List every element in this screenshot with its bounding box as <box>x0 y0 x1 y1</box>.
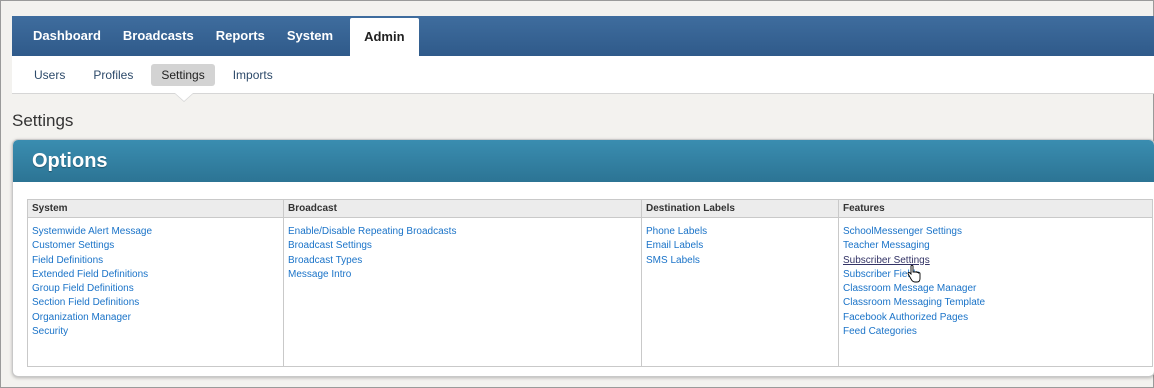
subnav-users[interactable]: Users <box>24 64 75 86</box>
link-systemwide-alert-message[interactable]: Systemwide Alert Message <box>32 225 279 239</box>
subnav-imports[interactable]: Imports <box>223 64 283 86</box>
sub-navigation: Users Profiles Settings Imports <box>12 56 1154 94</box>
link-feed-categories[interactable]: Feed Categories <box>843 325 1148 339</box>
link-subscriber-settings[interactable]: Subscriber Settings <box>843 254 1148 268</box>
link-enable-disable-repeating-broadcasts[interactable]: Enable/Disable Repeating Broadcasts <box>288 225 637 239</box>
link-teacher-messaging[interactable]: Teacher Messaging <box>843 239 1148 253</box>
link-customer-settings[interactable]: Customer Settings <box>32 239 279 253</box>
features-links-cell: SchoolMessenger Settings Teacher Messagi… <box>838 217 1153 367</box>
link-broadcast-types[interactable]: Broadcast Types <box>288 254 637 268</box>
subnav-settings[interactable]: Settings <box>151 63 215 86</box>
link-section-field-definitions[interactable]: Section Field Definitions <box>32 296 279 310</box>
hand-pointer-icon <box>907 265 921 283</box>
page-title: Settings <box>12 111 74 130</box>
column-header-broadcast: Broadcast <box>283 199 642 218</box>
tab-admin[interactable]: Admin <box>350 18 419 56</box>
active-indicator-arrow <box>175 93 193 101</box>
tab-broadcasts[interactable]: Broadcasts <box>112 16 205 56</box>
link-subscriber-fields[interactable]: Subscriber Fields <box>843 268 1148 282</box>
options-table-header-row: System Broadcast Destination Labels Feat… <box>27 199 1153 218</box>
options-table-row: Systemwide Alert Message Customer Settin… <box>27 217 1153 367</box>
link-group-field-definitions[interactable]: Group Field Definitions <box>32 282 279 296</box>
link-schoolmessenger-settings[interactable]: SchoolMessenger Settings <box>843 225 1148 239</box>
link-extended-field-definitions[interactable]: Extended Field Definitions <box>32 268 279 282</box>
options-heading: Options <box>13 140 1154 182</box>
broadcast-links-cell: Enable/Disable Repeating Broadcasts Broa… <box>283 217 642 367</box>
column-header-destination-labels: Destination Labels <box>641 199 839 218</box>
tab-dashboard[interactable]: Dashboard <box>22 16 112 56</box>
link-sms-labels[interactable]: SMS Labels <box>646 254 834 268</box>
link-email-labels[interactable]: Email Labels <box>646 239 834 253</box>
app-frame: Dashboard Broadcasts Reports System Admi… <box>0 0 1154 388</box>
link-facebook-authorized-pages[interactable]: Facebook Authorized Pages <box>843 311 1148 325</box>
link-classroom-message-manager[interactable]: Classroom Message Manager <box>843 282 1148 296</box>
link-classroom-messaging-template[interactable]: Classroom Messaging Template <box>843 296 1148 310</box>
link-organization-manager[interactable]: Organization Manager <box>32 311 279 325</box>
link-message-intro[interactable]: Message Intro <box>288 268 637 282</box>
link-security[interactable]: Security <box>32 325 279 339</box>
system-links-cell: Systemwide Alert Message Customer Settin… <box>27 217 284 367</box>
top-navigation: Dashboard Broadcasts Reports System Admi… <box>12 16 1154 56</box>
column-header-system: System <box>27 199 284 218</box>
link-broadcast-settings[interactable]: Broadcast Settings <box>288 239 637 253</box>
link-phone-labels[interactable]: Phone Labels <box>646 225 834 239</box>
column-header-features: Features <box>838 199 1153 218</box>
options-table: System Broadcast Destination Labels Feat… <box>27 199 1153 367</box>
link-field-definitions[interactable]: Field Definitions <box>32 254 279 268</box>
tab-reports[interactable]: Reports <box>205 16 276 56</box>
tab-system[interactable]: System <box>276 16 344 56</box>
subnav-profiles[interactable]: Profiles <box>83 64 143 86</box>
destination-labels-links-cell: Phone Labels Email Labels SMS Labels <box>641 217 839 367</box>
